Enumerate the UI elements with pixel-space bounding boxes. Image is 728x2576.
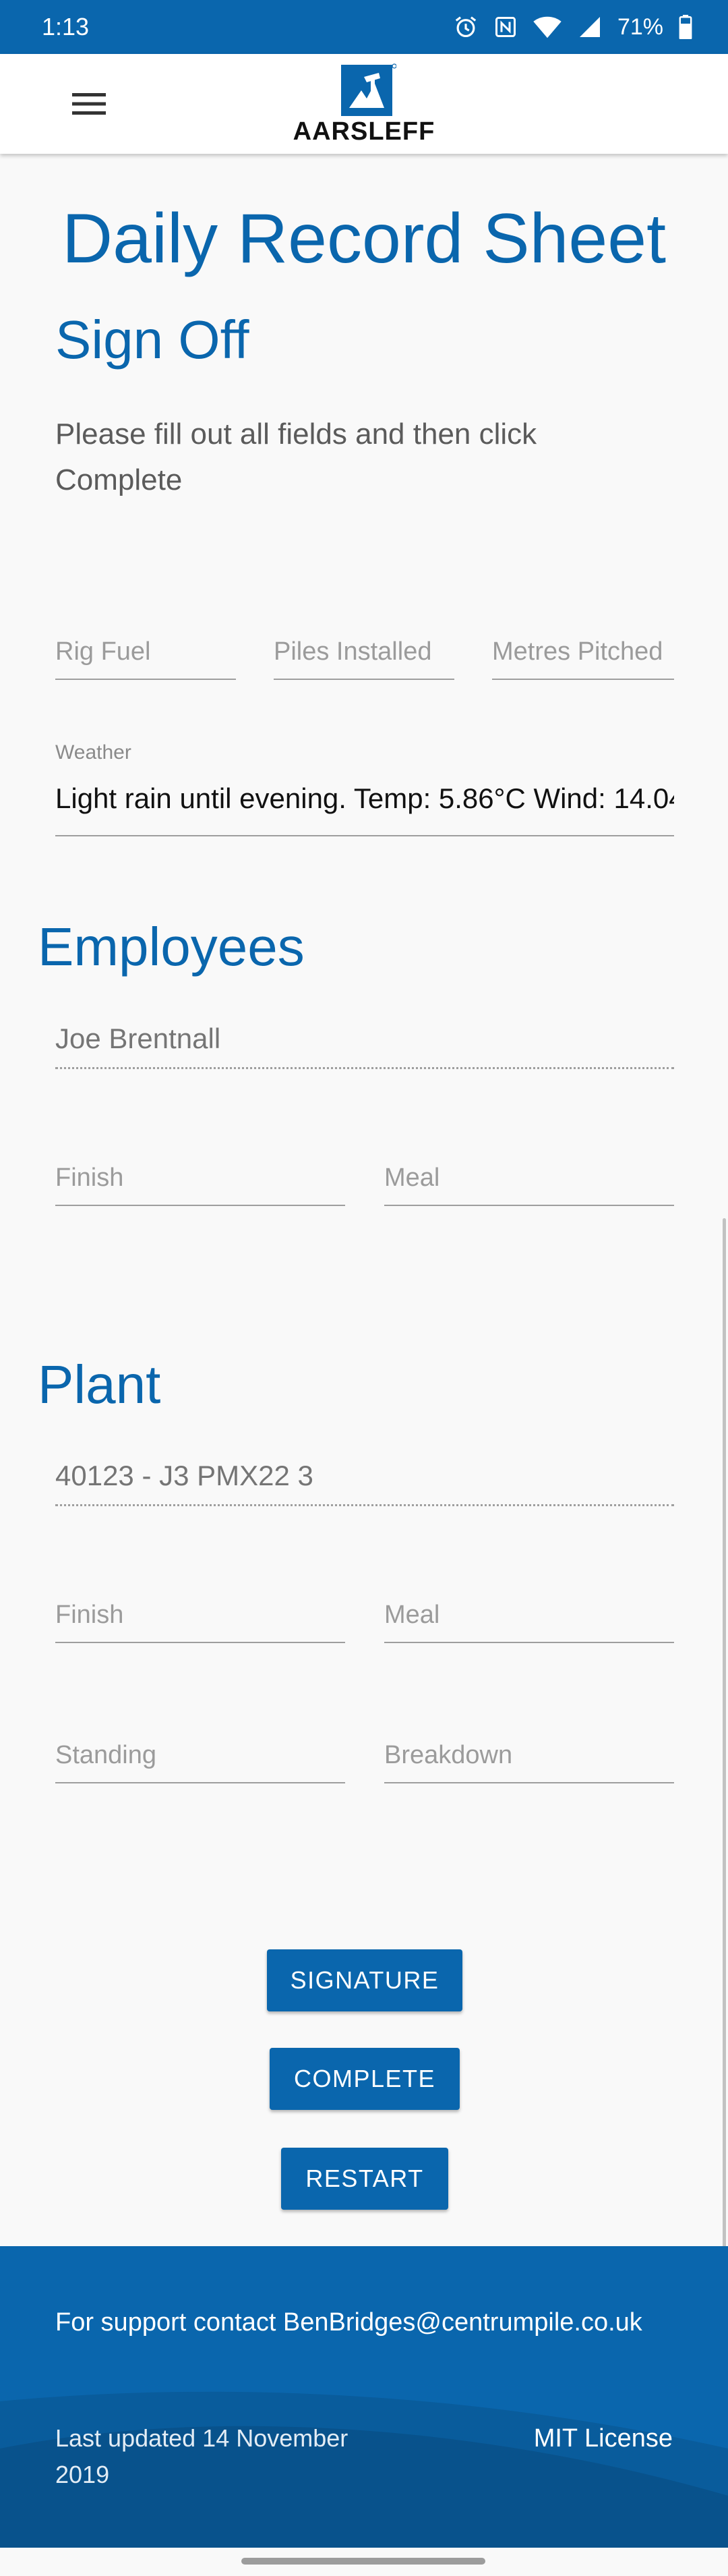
logo-text: AARSLEFF (293, 117, 435, 146)
status-bar: 1:13 71% (0, 0, 728, 54)
employee-select-value: Joe Brentnall (55, 1023, 221, 1054)
weather-value: Light rain until evening. Temp: 5.86°C W… (55, 782, 674, 814)
weather-field[interactable]: Weather Light rain until evening. Temp: … (55, 735, 674, 836)
system-nav-bar (0, 2548, 728, 2576)
plant-standing-label: Standing (55, 1741, 157, 1769)
page-title: Daily Record Sheet (62, 200, 666, 278)
menu-button[interactable] (62, 78, 116, 132)
employees-title: Employees (38, 917, 305, 977)
employee-finish-field[interactable]: Finish (55, 1148, 345, 1206)
weather-label: Weather (55, 741, 131, 764)
sign-off-title: Sign Off (55, 310, 249, 370)
plant-title: Plant (38, 1354, 161, 1414)
employee-meal-field[interactable]: Meal (384, 1148, 674, 1206)
rig-fuel-label: Rig Fuel (55, 637, 151, 666)
app-bar: AARSLEFF (0, 54, 728, 154)
restart-button[interactable]: RESTART (281, 2148, 448, 2210)
battery-percent: 71% (617, 14, 663, 40)
alarm-icon (453, 14, 479, 40)
plant-meal-label: Meal (384, 1601, 440, 1629)
employee-select[interactable]: Joe Brentnall (55, 1010, 674, 1069)
hamburger-menu-icon (72, 92, 106, 119)
battery-icon (678, 15, 693, 39)
page-scrollbar[interactable] (723, 1218, 726, 2250)
wifi-icon (533, 15, 562, 39)
home-gesture-handle[interactable] (241, 2558, 485, 2565)
status-icons: 71% (453, 9, 693, 45)
plant-select[interactable]: 40123 - J3 PMX22 3 (55, 1448, 674, 1506)
signature-button[interactable]: SIGNATURE (267, 1949, 462, 2011)
employee-meal-label: Meal (384, 1164, 440, 1192)
metres-pitched-field[interactable]: Metres Pitched (492, 622, 674, 680)
footer-wave-decoration (0, 2391, 728, 2548)
plant-finish-field[interactable]: Finish (55, 1585, 345, 1643)
metres-pitched-label: Metres Pitched (492, 637, 663, 666)
plant-meal-field[interactable]: Meal (384, 1585, 674, 1643)
plant-select-value: 40123 - J3 PMX22 3 (55, 1460, 313, 1491)
piles-installed-label: Piles Installed (274, 637, 432, 666)
aarsleff-logo-icon (341, 63, 396, 116)
employee-finish-label: Finish (55, 1164, 124, 1192)
footer-support-text: For support contact BenBridges@centrumpi… (55, 2308, 642, 2337)
piles-installed-field[interactable]: Piles Installed (274, 622, 454, 680)
complete-button[interactable]: COMPLETE (270, 2048, 460, 2110)
rig-fuel-field[interactable]: Rig Fuel (55, 622, 236, 680)
plant-breakdown-field[interactable]: Breakdown (384, 1725, 674, 1783)
plant-standing-field[interactable]: Standing (55, 1725, 345, 1783)
cell-signal-icon (577, 15, 603, 39)
footer-last-updated: Last updated 14 November 2019 (55, 2424, 348, 2488)
aarsleff-logo: AARSLEFF (283, 63, 445, 146)
plant-finish-label: Finish (55, 1601, 124, 1629)
sign-off-instructions: Please fill out all fields and then clic… (55, 418, 537, 496)
mit-license-link[interactable]: MIT License (534, 2420, 673, 2457)
plant-breakdown-label: Breakdown (384, 1741, 513, 1769)
footer: For support contact BenBridges@centrumpi… (0, 2246, 728, 2548)
status-time: 1:13 (42, 13, 90, 40)
nfc-icon (493, 15, 518, 39)
